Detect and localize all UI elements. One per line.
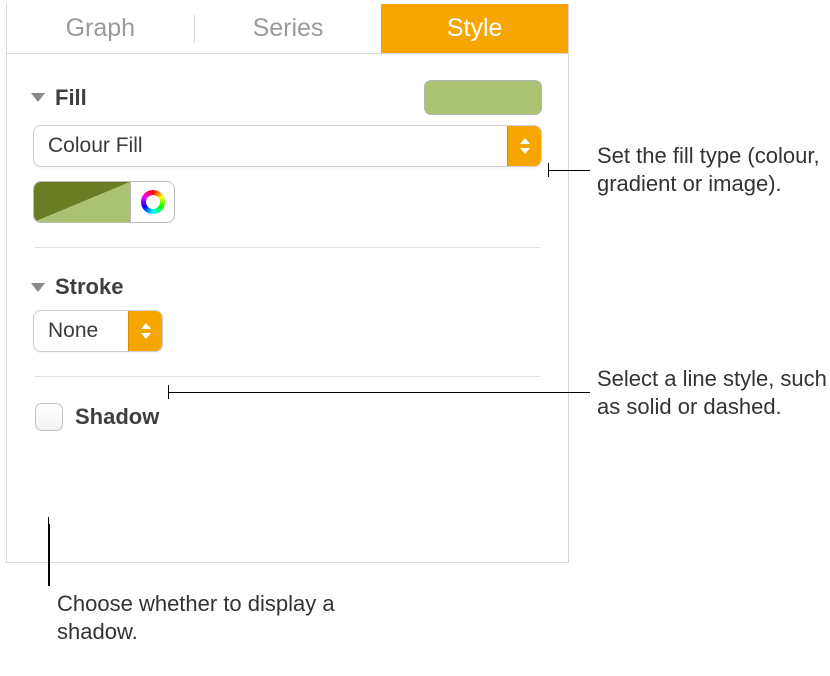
tab-style[interactable]: Style — [381, 4, 568, 53]
fill-section-header: Fill — [33, 66, 542, 125]
shadow-label: Shadow — [75, 404, 159, 430]
callout-fill-type: Set the fill type (colour, gradient or i… — [597, 142, 830, 198]
callout-shadow: Choose whether to display a shadow. — [57, 590, 337, 646]
stroke-section: Stroke None — [7, 248, 568, 352]
stroke-style-value: None — [34, 319, 128, 343]
tab-label: Style — [447, 14, 503, 43]
leader-line — [548, 170, 590, 171]
stroke-title: Stroke — [55, 274, 123, 300]
leader-line — [48, 524, 50, 586]
fill-type-popup[interactable]: Colour Fill — [33, 125, 542, 167]
tab-series[interactable]: Series — [195, 4, 382, 53]
chevron-down-icon[interactable] — [31, 93, 45, 102]
stroke-section-header: Stroke — [33, 260, 542, 310]
tab-label: Series — [253, 14, 324, 43]
fill-section: Fill Colour Fill — [7, 54, 568, 223]
popup-stepper-icon — [128, 311, 162, 351]
chevron-down-icon[interactable] — [31, 283, 45, 292]
style-inspector-panel: Graph Series Style Fill Colour Fill — [6, 4, 569, 563]
fill-color-swatch[interactable] — [424, 80, 542, 115]
inspector-tabs: Graph Series Style — [7, 4, 568, 54]
tab-label: Graph — [66, 14, 135, 43]
fill-color-controls — [33, 181, 542, 223]
fill-color-well[interactable] — [33, 181, 131, 223]
stroke-style-popup[interactable]: None — [33, 310, 163, 352]
color-picker-button[interactable] — [131, 181, 175, 223]
callout-stroke-style: Select a line style, such as solid or da… — [597, 365, 830, 421]
shadow-checkbox[interactable] — [35, 403, 63, 431]
popup-stepper-icon — [507, 126, 541, 166]
fill-type-value: Colour Fill — [34, 134, 507, 158]
tab-graph[interactable]: Graph — [7, 4, 194, 53]
shadow-section: Shadow — [7, 377, 568, 431]
color-wheel-icon — [141, 190, 165, 214]
leader-line — [168, 392, 590, 393]
fill-title: Fill — [55, 85, 87, 111]
